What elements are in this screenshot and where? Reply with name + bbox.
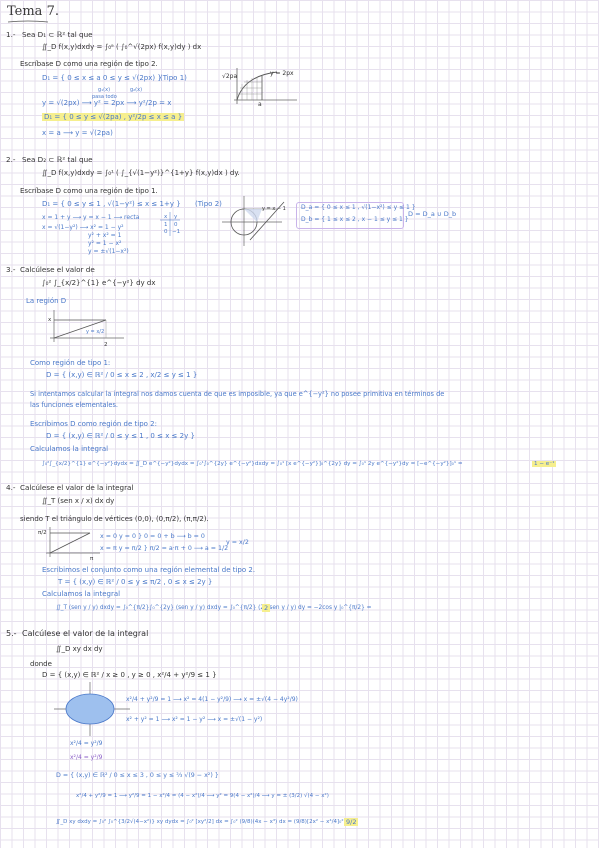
p1-g2: g₂(x) — [130, 87, 143, 93]
p1-task: Escríbase D como una región de tipo 2. — [20, 60, 158, 68]
p4-triangle: siendo T el triángulo de vértices (0,0),… — [20, 515, 209, 523]
p3-region: La región D — [26, 297, 67, 305]
p4-number: 4.- — [6, 483, 16, 492]
p5-e3b: x²/4 = y²/9 — [70, 754, 103, 761]
p3-text-1: Si intentamos calcular la integral nos d… — [30, 390, 445, 398]
p5-donde: donde — [30, 660, 52, 668]
p3-graph-x: x — [48, 317, 52, 323]
p1-graph-a: a — [258, 101, 262, 108]
p4-final: ∬_T (sen y / y) dxdy = ∫₀^{π/2}∫₀^{2y} (… — [56, 605, 372, 611]
p4-sys-1: x = 0 y = 0 } 0 = 0 + b ⟶ b = 0 — [100, 533, 205, 540]
p2-line-4: y² = 1 − x² — [88, 240, 122, 247]
p3-integral: ∫₀² ∫_{x/2}^{1} e^{−y²} dy dx — [42, 279, 156, 287]
p2-number: 2.- — [6, 155, 16, 164]
p4-calc: Calculamos la integral — [42, 590, 121, 598]
p2-line-1: x = 1 + y ⟶ y = x − 1 ⟶ recta — [42, 214, 140, 221]
p4-desc: Escribimos el conjunto como una región e… — [42, 566, 256, 574]
p4-integral: ∬_T (sen x / x) dx dy — [42, 497, 115, 505]
p2-statement: Sea D₂ ⊂ ℝ² tal que — [22, 155, 93, 164]
p1-graph-curve: y = 2px — [270, 70, 294, 77]
p1-eq2: x = a ⟶ y = √(2pa) — [42, 129, 113, 137]
p3-answer: 1 − e⁻¹ — [532, 461, 557, 467]
p4-set: T = { (x,y) ∈ ℝ² / 0 ≤ y ≤ π/2 , 0 ≤ x ≤… — [58, 578, 213, 586]
p3-statement: Calcúlese el valor de — [20, 265, 95, 274]
p3-graph-line: y = x/2 — [86, 329, 105, 335]
p2-integral: ∬_D f(x,y)dxdy = ∫₀¹ ( ∫_{√(1−y²)}^{1+y}… — [42, 169, 240, 177]
p4-answer: 2 — [262, 604, 271, 612]
p5-set: D = { (x,y) ∈ ℝ² / x ≥ 0 , y ≥ 0 , x²/4 … — [42, 671, 217, 679]
p5-final: ∬_D xy dxdy = ∫₀² ∫₀^{3/2√(4−x²)} xy dyd… — [56, 819, 350, 825]
p3-final: ∫₀²∫_{x/2}^{1} e^{−y²}dydx = ∬_D e^{−y²}… — [42, 461, 463, 467]
p2-line-2: x = √(1−y²) ⟶ x² = 1 − y² — [42, 224, 124, 231]
p5-graph — [54, 682, 130, 736]
p4-graph-y: π/2 — [38, 530, 47, 536]
p2-table-lines — [160, 212, 180, 236]
p1-d1: D₁ = { 0 ≤ x ≤ a 0 ≤ y ≤ √(2px) } — [42, 74, 162, 82]
p5-e1: x²/4 + y²/9 = 1 ⟶ x² = 4(1 − y²/9) ⟶ x =… — [126, 696, 298, 703]
p5-statement: Calcúlese el valor de la integral — [22, 629, 149, 638]
p5-d: D = { (x,y) ∈ ℝ² / 0 ≤ x ≤ 3 , 0 ≤ y ≤ ⅔… — [56, 772, 219, 779]
p5-e2: x² + y² = 1 ⟶ x² = 1 − y² ⟶ x = ±√(1 − y… — [126, 716, 263, 723]
p5-e3a: x²/4 = y²/9 — [70, 740, 103, 747]
p5-e4: x²/4 + y²/9 = 1 ⟶ y²/9 = 1 − x²/4 = (4 −… — [76, 793, 329, 799]
p1-statement: Sea D₁ ⊂ ℝ² tal que — [22, 30, 93, 39]
p3-graph-2: 2 — [104, 342, 108, 348]
p1-tipo: (Tipo 1) — [160, 74, 187, 82]
p2-result-b: D_b = { 1 ≤ x ≤ 2 , x − 1 ≤ y ≤ 1 } — [301, 216, 409, 223]
p1-graph-ylabel: √2pa — [222, 73, 238, 80]
p2-union: D = D_a ∪ D_b — [408, 210, 457, 218]
p1-integral: ∬_D f(x,y)dxdy = ∫₀ᵃ ( ∫₀^√(2px) f(x,y)d… — [42, 43, 202, 51]
p2-d1: D₁ = { 0 ≤ y ≤ 1 , √(1−y²) ≤ x ≤ 1+y } — [42, 200, 181, 208]
p3-tipo2: Escribimos D como región de tipo 2: — [30, 420, 157, 428]
page-title: Tema 7. — [7, 4, 59, 19]
p2-tipo: (Tipo 2) — [195, 200, 222, 208]
p5-answer: 9/2 — [344, 818, 359, 826]
p4-statement: Calcúlese el valor de la integral — [20, 483, 134, 492]
p1-number: 1.- — [6, 30, 16, 39]
p3-d1: D = { (x,y) ∈ ℝ² / 0 ≤ x ≤ 2 , x/2 ≤ y ≤… — [46, 371, 198, 379]
p4-graph-x: π — [90, 556, 94, 562]
p2-line-5: y = ±√(1−x²) — [88, 248, 129, 255]
p5-number: 5.- — [6, 629, 17, 638]
p5-integral: ∬_D xy dx dy — [56, 645, 103, 653]
p3-text-2: las funciones elementales. — [30, 401, 118, 409]
p4-sys-2: x = π y = π/2 } π/2 = a·π + 0 ⟶ a = 1/2 — [100, 545, 229, 552]
p1-eq1: y = √(2px) ⟶ y² = 2px ⟶ y²/2p = x — [42, 99, 172, 107]
p1-result: D₁ = { 0 ≤ y ≤ √(2pa) , y²/2p ≤ x ≤ a } — [42, 113, 185, 121]
p2-task: Escríbase D como una región de tipo 1. — [20, 187, 158, 195]
p3-tipo1: Como región de tipo 1: — [30, 359, 111, 367]
p4-sys-result: y = x/2 — [226, 539, 249, 546]
p2-line-3: y² + x² = 1 — [88, 232, 122, 239]
p2-graph-label: y = x − 1 — [262, 206, 286, 212]
p3-number: 3.- — [6, 265, 16, 274]
title-underline — [7, 20, 49, 23]
p2-result-a: D_a = { 0 ≤ x ≤ 1 , √(1−x²) ≤ y ≤ 1 } — [301, 204, 416, 211]
p3-calc: Calculamos la integral — [30, 445, 109, 453]
p3-d2: D = { (x,y) ∈ ℝ² / 0 ≤ y ≤ 1 , 0 ≤ x ≤ 2… — [46, 432, 195, 440]
